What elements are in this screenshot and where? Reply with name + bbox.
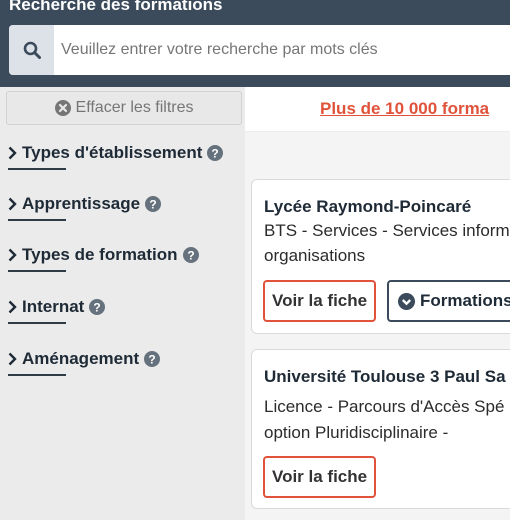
help-circle-icon[interactable]: ? [144,351,161,367]
svg-text:?: ? [149,197,156,211]
filter-underline [8,322,66,324]
svg-text:?: ? [187,248,194,262]
chevron-circle-icon [398,292,415,310]
help-circle-icon[interactable]: ? [89,299,106,315]
formations-button[interactable]: Formations [387,280,510,322]
header-bar: Recherche des formations [0,0,510,87]
help-circle-icon[interactable]: ? [145,196,162,212]
chevron-right-icon [8,146,17,160]
filter-types-etablissement[interactable]: Types d'établissement ? [8,140,224,170]
result-card: Lycée Raymond-Poincaré BTS - Services - … [251,179,510,334]
result-card: Université Toulouse 3 Paul Sa Licence - … [251,349,510,509]
svg-text:?: ? [148,352,155,366]
chevron-right-icon [8,197,17,211]
filter-underline [8,270,66,272]
chevron-right-icon [8,248,17,262]
results-panel: Plus de 10 000 forma Lycée Raymond-Poinc… [245,87,510,520]
filter-internat[interactable]: Internat ? [8,294,106,324]
card-title: Université Toulouse 3 Paul Sa [264,367,506,386]
help-circle-icon[interactable]: ? [182,247,199,263]
card-description-line: BTS - Services - Services inform [264,221,510,240]
svg-text:?: ? [212,146,219,160]
filter-label: Types d'établissement [22,143,203,162]
search-icon [23,41,41,59]
chevron-right-icon [8,300,17,314]
view-fiche-button[interactable]: Voir la fiche [263,280,377,322]
card-title: Lycée Raymond-Poincaré [264,197,472,216]
filter-label: Internat [22,297,85,316]
formations-label: Formations [420,291,510,310]
filter-label: Types de formation [22,245,178,264]
card-description-line: organisations [264,246,366,265]
card-description-line: Licence - Parcours d'Accès Spé [264,397,505,416]
filter-underline [8,219,66,221]
svg-text:?: ? [94,300,101,314]
results-count-link[interactable]: Plus de 10 000 forma [320,99,489,119]
results-count-bar: Plus de 10 000 forma [245,87,510,132]
search-bar [9,25,510,75]
clear-filters-button[interactable]: Effacer les filtres [6,91,242,125]
filter-apprentissage[interactable]: Apprentissage ? [8,191,162,221]
card-description-line: option Pluridisciplinaire - [264,423,449,442]
search-input[interactable] [54,25,510,75]
filter-label: Aménagement [22,349,140,368]
view-fiche-button[interactable]: Voir la fiche [263,456,377,498]
help-circle-icon[interactable]: ? [207,145,224,161]
page-title: Recherche des formations [9,0,223,14]
clear-filters-label: Effacer les filtres [75,99,194,116]
filter-label: Apprentissage [22,194,141,213]
chevron-right-icon [8,352,17,366]
filter-amenagement[interactable]: Aménagement ? [8,346,161,376]
search-button[interactable] [9,25,54,75]
filter-underline [8,374,66,376]
clear-circle-icon [54,100,71,116]
filter-types-formation[interactable]: Types de formation ? [8,242,199,272]
filter-underline [8,168,66,170]
filters-sidebar: Effacer les filtres Types d'établissemen… [0,87,245,520]
